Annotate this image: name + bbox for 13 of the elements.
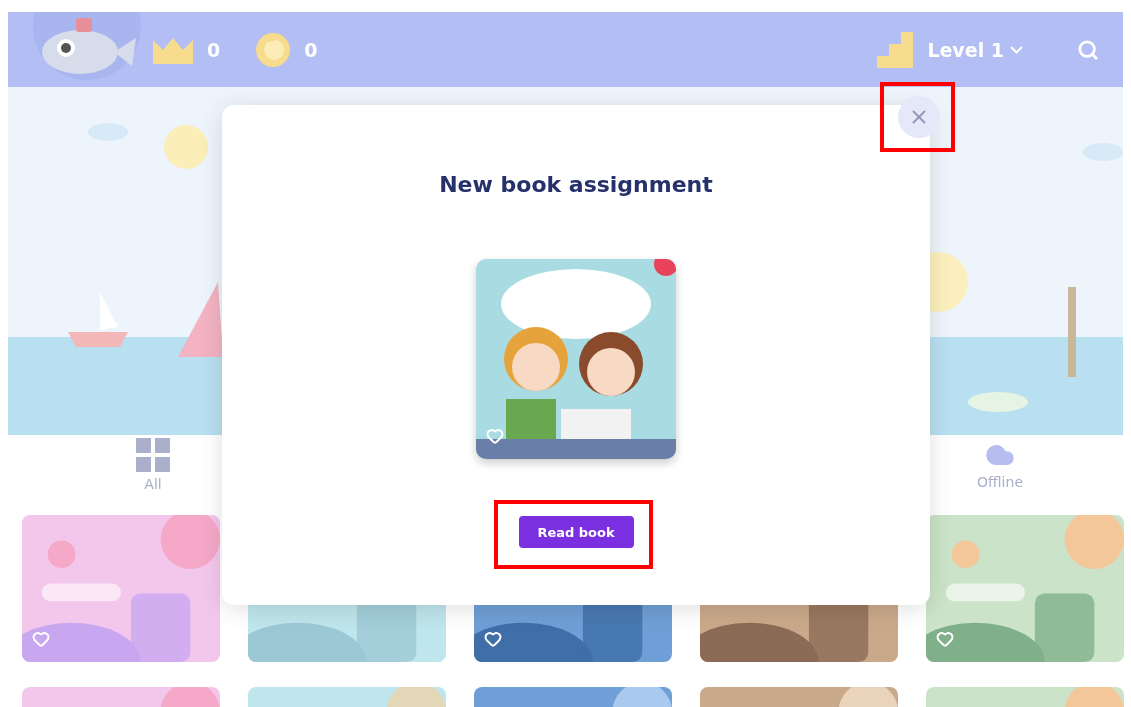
coin-count: 0 xyxy=(304,38,318,61)
coin-icon xyxy=(256,32,291,67)
favorite-icon[interactable] xyxy=(484,630,502,648)
favorite-icon[interactable] xyxy=(936,630,954,648)
search-icon[interactable] xyxy=(1077,38,1099,61)
read-book-button[interactable]: Read book xyxy=(518,516,634,548)
level-dropdown[interactable]: Level 1 xyxy=(927,38,1023,61)
category-tab[interactable]: All xyxy=(136,438,170,492)
stairs-icon xyxy=(877,31,914,68)
crown-count: 0 xyxy=(207,38,221,61)
chevron-down-icon xyxy=(1010,45,1023,54)
grid-icon xyxy=(136,438,170,472)
category-tab[interactable]: Offline xyxy=(977,440,1023,490)
